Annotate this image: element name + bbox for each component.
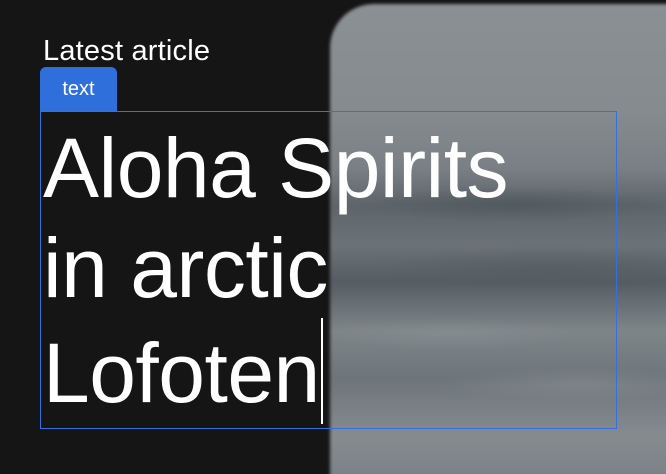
headline-line-text: Lofoten <box>43 326 320 420</box>
article-hero: Latest article text Aloha Spirits in arc… <box>0 0 666 474</box>
text-cursor <box>320 318 323 424</box>
article-headline[interactable]: Aloha Spirits in arctic Lofoten <box>43 118 633 424</box>
eyebrow-label: Latest article <box>43 35 211 67</box>
headline-line: in arctic <box>43 221 328 315</box>
headline-line: Lofoten <box>43 318 633 424</box>
selection-type-tag[interactable]: text <box>40 67 117 111</box>
headline-line: Aloha Spirits <box>43 121 509 215</box>
